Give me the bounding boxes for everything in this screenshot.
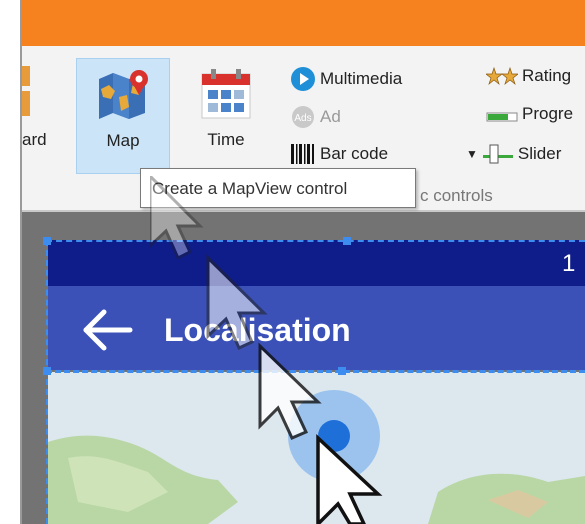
rating-label: Rating bbox=[522, 66, 572, 85]
map-icon bbox=[99, 70, 148, 119]
time-button-label: Time bbox=[207, 130, 245, 149]
calendar-icon bbox=[201, 69, 251, 119]
selection-border-left bbox=[46, 240, 48, 524]
title-bar bbox=[22, 0, 585, 46]
progress-label: Progre bbox=[522, 104, 574, 123]
slider-control-item[interactable]: ▼ Slider bbox=[466, 142, 561, 166]
resize-handle[interactable] bbox=[43, 237, 51, 245]
slider-icon bbox=[482, 144, 513, 164]
barcode-label: Bar code bbox=[320, 144, 389, 163]
map-control-button[interactable]: Map bbox=[76, 58, 170, 174]
slider-label: Slider bbox=[517, 144, 562, 163]
svg-text:Ads: Ads bbox=[294, 113, 311, 124]
back-arrow-icon[interactable] bbox=[80, 306, 134, 354]
stars-icon bbox=[486, 66, 518, 86]
ad-control-item[interactable]: Ads Ad bbox=[290, 104, 341, 130]
partial-ribbon-label[interactable]: ard bbox=[22, 130, 47, 150]
multimedia-control-item[interactable]: Multimedia bbox=[290, 66, 402, 92]
ad-label: Ad bbox=[320, 107, 341, 126]
status-time: 1 bbox=[562, 250, 576, 277]
play-circle-icon bbox=[291, 67, 315, 91]
progress-bar-icon bbox=[486, 112, 518, 122]
drag-cursor-trail bbox=[150, 176, 383, 524]
map-button-label: Map bbox=[106, 131, 140, 150]
partial-ribbon-icon[interactable] bbox=[22, 66, 30, 116]
window-left-margin bbox=[0, 0, 20, 524]
ad-badge-icon: Ads bbox=[292, 106, 314, 128]
ribbon-group-label: c controls bbox=[420, 186, 493, 205]
barcode-icon bbox=[291, 144, 314, 164]
multimedia-label: Multimedia bbox=[320, 69, 403, 88]
time-control-button[interactable]: Time bbox=[186, 58, 266, 174]
progress-control-item[interactable]: Progre bbox=[486, 104, 573, 124]
rating-control-item[interactable]: Rating bbox=[486, 66, 571, 86]
chevron-down-icon[interactable]: ▼ bbox=[466, 147, 478, 161]
resize-handle[interactable] bbox=[43, 367, 51, 375]
barcode-control-item[interactable]: Bar code bbox=[290, 142, 388, 166]
